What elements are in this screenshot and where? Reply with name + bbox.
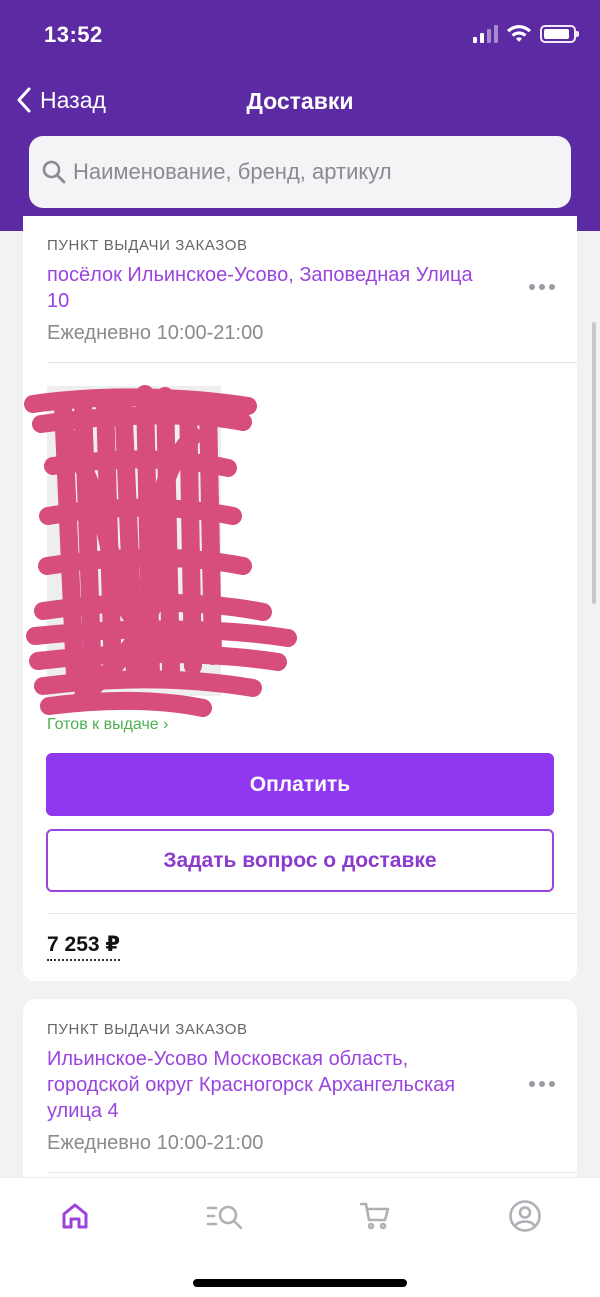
app-header: 13:52 Назад Доставки <box>0 0 600 231</box>
signal-icon <box>473 25 498 43</box>
tab-cart[interactable] <box>355 1196 395 1236</box>
profile-icon <box>509 1200 541 1232</box>
tab-catalog[interactable] <box>205 1196 245 1236</box>
status-time: 13:52 <box>44 22 103 47</box>
scrollbar[interactable] <box>592 322 596 604</box>
delivery-card: ПУНКТ ВЫДАЧИ ЗАКАЗОВ Ильинское-Усово Мос… <box>23 999 577 1199</box>
wifi-icon <box>507 25 531 42</box>
status-bar: 13:52 <box>0 0 600 74</box>
tab-home[interactable] <box>55 1196 95 1236</box>
opening-hours: Ежедневно 10:00-21:00 <box>47 1132 264 1154</box>
order-total[interactable]: 7 253 ₽ <box>47 932 120 961</box>
search-input[interactable] <box>73 159 553 185</box>
cart-icon <box>359 1202 390 1230</box>
status-icons <box>473 24 579 44</box>
home-indicator[interactable] <box>193 1279 407 1287</box>
redacted-product-image <box>24 385 297 717</box>
catalog-search-icon <box>206 1205 243 1230</box>
pay-button[interactable]: Оплатить <box>46 753 554 816</box>
opening-hours: Ежедневно 10:00-21:00 <box>47 322 264 344</box>
pickup-address-link[interactable]: Ильинское-Усово Московская область, горо… <box>47 1046 492 1124</box>
tab-profile[interactable] <box>505 1196 545 1236</box>
ready-status-link[interactable]: Готов к выдаче › <box>47 716 168 734</box>
search-icon <box>42 160 66 184</box>
bottom-tab-bar <box>0 1177 600 1297</box>
page-title: Доставки <box>246 88 354 114</box>
more-options-button[interactable] <box>529 284 555 290</box>
divider <box>47 1172 577 1173</box>
home-icon <box>62 1203 88 1229</box>
pickup-point-label: ПУНКТ ВЫДАЧИ ЗАКАЗОВ <box>47 237 248 254</box>
divider <box>47 913 577 914</box>
pickup-address-link[interactable]: посёлок Ильинское-Усово, Заповедная Улиц… <box>47 262 487 314</box>
ask-about-delivery-button[interactable]: Задать вопрос о доставке <box>46 829 554 892</box>
nav-bar: Назад Доставки <box>0 76 600 128</box>
more-options-button[interactable] <box>529 1081 555 1087</box>
search-bar[interactable] <box>29 136 571 208</box>
pickup-point-label: ПУНКТ ВЫДАЧИ ЗАКАЗОВ <box>47 1021 248 1038</box>
battery-icon <box>540 25 579 43</box>
delivery-card: ПУНКТ ВЫДАЧИ ЗАКАЗОВ посёлок Ильинское-У… <box>23 216 577 981</box>
divider <box>47 362 577 363</box>
